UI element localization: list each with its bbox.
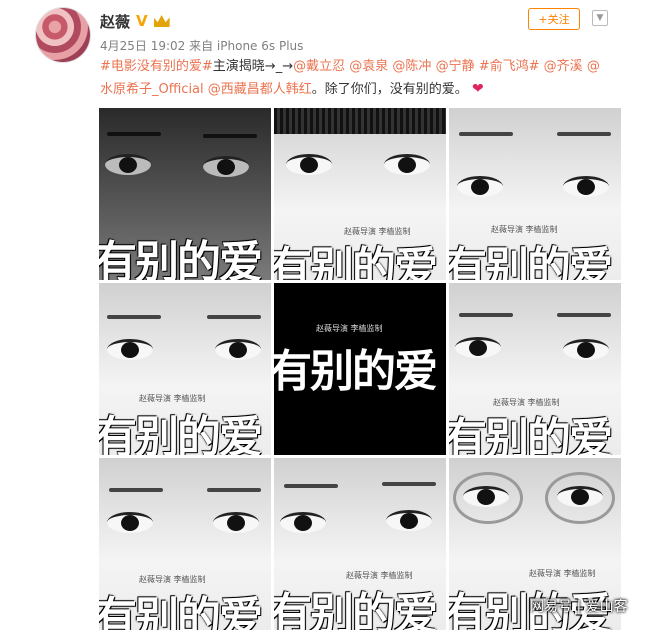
username[interactable]: 赵薇: [100, 11, 130, 32]
poster-title: 有别的爱: [449, 414, 613, 455]
poster-image[interactable]: 赵薇导演 李樯监制 有别的爱: [99, 458, 271, 630]
poster-image[interactable]: 赵薇导演 李樯监制 有别的爱: [274, 108, 446, 280]
poster-image[interactable]: 有别的爱: [99, 108, 271, 280]
avatar[interactable]: [36, 8, 90, 62]
mention-link[interactable]: @戴立忍: [293, 59, 345, 74]
poster-title: 有别的爱: [449, 243, 613, 280]
poster-credit: 赵薇导演 李樯监制: [316, 324, 383, 333]
chevron-down-icon[interactable]: ▼: [592, 10, 608, 26]
mention-link[interactable]: @西藏昌都人韩红: [208, 82, 312, 97]
post-text: #电影没有别的爱#主演揭晓→_→@戴立忍 @袁泉 @陈冲 @宁静 #俞飞鸿# @…: [100, 55, 610, 101]
hashtag-link[interactable]: #电影没有别的爱#: [100, 59, 213, 74]
follow-button[interactable]: +关注: [528, 8, 580, 30]
poster-grid: 有别的爱 赵薇导演 李樯监制 有别的爱 赵薇导演 李樯监制 有别的爱 赵薇导演 …: [99, 108, 621, 630]
follow-label: +关注: [538, 13, 570, 26]
poster-image[interactable]: 赵薇导演 李樯监制 有别的爱: [274, 283, 446, 455]
post-outro: 。除了你们，没有别的爱。: [311, 82, 468, 97]
poster-title: 有别的爱: [274, 589, 438, 630]
mention-link[interactable]: @宁静: [436, 59, 475, 74]
crown-icon: [153, 15, 170, 27]
poster-image[interactable]: 赵薇导演 李樯监制 有别的爱: [449, 108, 621, 280]
poster-title: 有别的爱: [274, 243, 438, 280]
post-intro: 主演揭晓→_→: [212, 59, 294, 74]
mention-link[interactable]: @齐溪: [544, 59, 583, 74]
poster-title: 有别的爱: [99, 412, 263, 455]
post-meta: 4月25日 19:02 来自 iPhone 6s Plus: [100, 39, 304, 53]
verified-badge-icon: V: [136, 12, 148, 30]
mention-link[interactable]: @袁泉: [349, 59, 388, 74]
heart-icon: ❤: [471, 81, 484, 97]
poster-title: 有别的爱: [99, 593, 263, 630]
poster-image[interactable]: 赵薇导演 李樯监制 有别的爱: [449, 283, 621, 455]
mention-link[interactable]: @陈冲: [392, 59, 431, 74]
watermark: 网易号 | 爱山客: [530, 599, 628, 615]
poster-image[interactable]: 赵薇导演 李樯监制 有别的爱: [274, 458, 446, 630]
author-row: 赵薇 V: [100, 10, 170, 32]
poster-image[interactable]: 赵薇导演 李樯监制 有别的爱: [99, 283, 271, 455]
poster-title: 有别的爱: [274, 346, 438, 397]
hashtag-link[interactable]: #俞飞鸿#: [479, 59, 540, 74]
poster-title: 有别的爱: [99, 237, 263, 280]
